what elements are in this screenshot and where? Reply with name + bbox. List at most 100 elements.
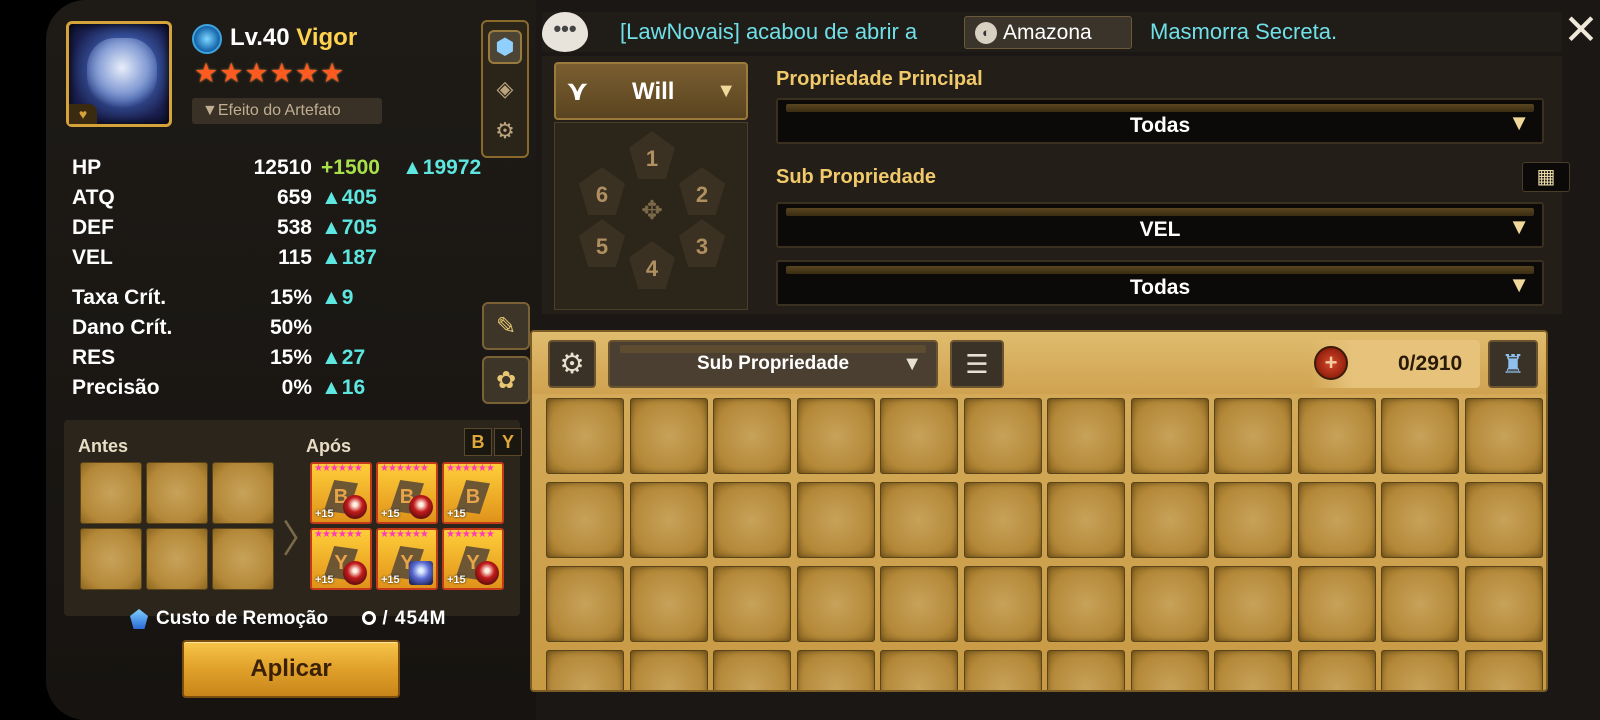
- expand-inventory-icon[interactable]: +: [1314, 346, 1348, 380]
- gear-icon[interactable]: ⚙: [548, 340, 596, 388]
- slot-3-button[interactable]: 3: [679, 219, 725, 267]
- apply-button[interactable]: Aplicar: [182, 640, 400, 698]
- inventory-slot[interactable]: [796, 566, 875, 642]
- removal-cost-value: / 454M: [362, 608, 446, 630]
- inventory-slot[interactable]: [546, 650, 624, 690]
- sub-property-dropdown-2[interactable]: Todas ▼: [776, 260, 1544, 306]
- inventory-slot[interactable]: [629, 482, 708, 558]
- monster-thumb-icon: [343, 495, 367, 519]
- inventory-slot[interactable]: [1464, 566, 1543, 642]
- inventory-slot[interactable]: [1381, 398, 1459, 474]
- sort-dropdown[interactable]: Sub Propriedade ▼: [608, 340, 938, 388]
- inventory-slot[interactable]: [713, 650, 791, 690]
- inventory-slot[interactable]: [1214, 650, 1292, 690]
- bag-icon[interactable]: ♜: [1488, 340, 1538, 388]
- edit-pencil-icon[interactable]: ✎: [482, 302, 530, 350]
- inventory-slot[interactable]: [1381, 650, 1459, 690]
- rune-tab-icon[interactable]: ⬢: [488, 30, 522, 64]
- inventory-slot[interactable]: [880, 650, 958, 690]
- inventory-slot[interactable]: [796, 482, 875, 558]
- inventory-slot[interactable]: [1047, 650, 1125, 690]
- after-rune-4[interactable]: ★★★★★★ Y +15: [310, 528, 372, 590]
- inventory-slot[interactable]: [629, 398, 708, 474]
- inventory-slot[interactable]: [1381, 482, 1459, 558]
- inventory-slot[interactable]: [713, 398, 791, 474]
- after-rune-2[interactable]: ★★★★★★ B +15: [376, 462, 438, 524]
- inventory-slot[interactable]: [1464, 398, 1543, 474]
- after-rune-3[interactable]: ★★★★★★ B +15: [442, 462, 504, 524]
- inventory-slot[interactable]: [880, 398, 958, 474]
- slot-1-button[interactable]: 1: [629, 131, 675, 179]
- after-rune-6[interactable]: ★★★★★★ Y +15: [442, 528, 504, 590]
- inventory-slot[interactable]: [1130, 566, 1209, 642]
- before-rune-slot-3[interactable]: [212, 462, 274, 524]
- set-icon-will[interactable]: Y: [494, 428, 522, 456]
- rune-inventory: ⚙ Sub Propriedade ▼ ☰ + 0/2910 ♜: [530, 330, 1548, 692]
- notification-tag[interactable]: ◐ Amazona: [964, 16, 1132, 49]
- stat-bonus: ▲27: [321, 346, 366, 369]
- rune-set-dropdown[interactable]: ⋎ Will ▼: [554, 62, 748, 120]
- before-rune-slot-1[interactable]: [80, 462, 142, 524]
- inventory-slot[interactable]: [1297, 650, 1376, 690]
- before-rune-slot-2[interactable]: [146, 462, 208, 524]
- inventory-slot[interactable]: [1047, 566, 1125, 642]
- stat-base: 0%: [281, 376, 312, 399]
- chat-bubble-icon[interactable]: •••: [542, 12, 588, 52]
- notification-tag-label: Amazona: [1003, 20, 1092, 44]
- main-property-dropdown[interactable]: Todas ▼: [776, 98, 1544, 144]
- inventory-slot[interactable]: [1130, 398, 1209, 474]
- inventory-slot[interactable]: [1297, 482, 1376, 558]
- slot-5-button[interactable]: 5: [579, 219, 625, 267]
- stat-label: HP: [72, 156, 102, 179]
- close-icon[interactable]: ✕: [1560, 9, 1600, 52]
- set-icon-swift[interactable]: B: [464, 428, 492, 456]
- inventory-slot[interactable]: [880, 482, 958, 558]
- artifact-tab-icon[interactable]: ◈: [488, 72, 522, 106]
- inventory-slot[interactable]: [963, 482, 1042, 558]
- before-rune-slot-4[interactable]: [80, 528, 142, 590]
- inventory-slot[interactable]: [1381, 566, 1459, 642]
- sort-order-icon[interactable]: ☰: [950, 340, 1004, 388]
- inventory-slot[interactable]: [880, 566, 958, 642]
- inventory-slot[interactable]: [796, 398, 875, 474]
- inventory-slot[interactable]: [1214, 398, 1292, 474]
- inventory-slot[interactable]: [546, 398, 624, 474]
- after-rune-5[interactable]: ★★★★★★ Y +15: [376, 528, 438, 590]
- inventory-slot[interactable]: [629, 566, 708, 642]
- inventory-slot[interactable]: [963, 398, 1042, 474]
- rune-settings-icon[interactable]: ✿: [482, 356, 530, 404]
- after-rune-1[interactable]: ★★★★★★ B +15: [310, 462, 372, 524]
- monster-portrait[interactable]: ♥: [66, 21, 172, 127]
- inventory-slot[interactable]: [1297, 398, 1376, 474]
- before-rune-slot-5[interactable]: [146, 528, 208, 590]
- inventory-slot[interactable]: [1464, 650, 1543, 690]
- inventory-slot[interactable]: [629, 650, 708, 690]
- inventory-slot[interactable]: [713, 566, 791, 642]
- inventory-slot[interactable]: [546, 482, 624, 558]
- grid-view-icon[interactable]: ▦: [1522, 162, 1570, 192]
- inventory-slot[interactable]: [1047, 398, 1125, 474]
- removal-cost-total: / 454M: [376, 608, 447, 629]
- inventory-slot[interactable]: [796, 650, 875, 690]
- slot-6-button[interactable]: 6: [579, 167, 625, 215]
- inventory-slot[interactable]: [1464, 482, 1543, 558]
- inventory-slot[interactable]: [1297, 566, 1376, 642]
- skill-tab-icon[interactable]: ⚙: [488, 114, 522, 148]
- inventory-slot[interactable]: [1214, 566, 1292, 642]
- inventory-slot[interactable]: [713, 482, 791, 558]
- slot-4-button[interactable]: 4: [629, 241, 675, 289]
- inventory-slot[interactable]: [963, 650, 1042, 690]
- slot-2-button[interactable]: 2: [679, 167, 725, 215]
- inventory-slot[interactable]: [1047, 482, 1125, 558]
- before-rune-slot-6[interactable]: [212, 528, 274, 590]
- sort-label: Sub Propriedade: [696, 353, 850, 374]
- sub-property-dropdown-1[interactable]: VEL ▼: [776, 202, 1544, 248]
- artifact-effect-button[interactable]: ▼Efeito do Artefato: [192, 98, 382, 124]
- inventory-slot[interactable]: [963, 566, 1042, 642]
- inventory-slot[interactable]: [1130, 482, 1209, 558]
- crystal-icon: [130, 609, 148, 629]
- inventory-slot[interactable]: [1214, 482, 1292, 558]
- inventory-slot[interactable]: [1130, 650, 1209, 690]
- stat-label: ATQ: [72, 186, 115, 209]
- inventory-slot[interactable]: [546, 566, 624, 642]
